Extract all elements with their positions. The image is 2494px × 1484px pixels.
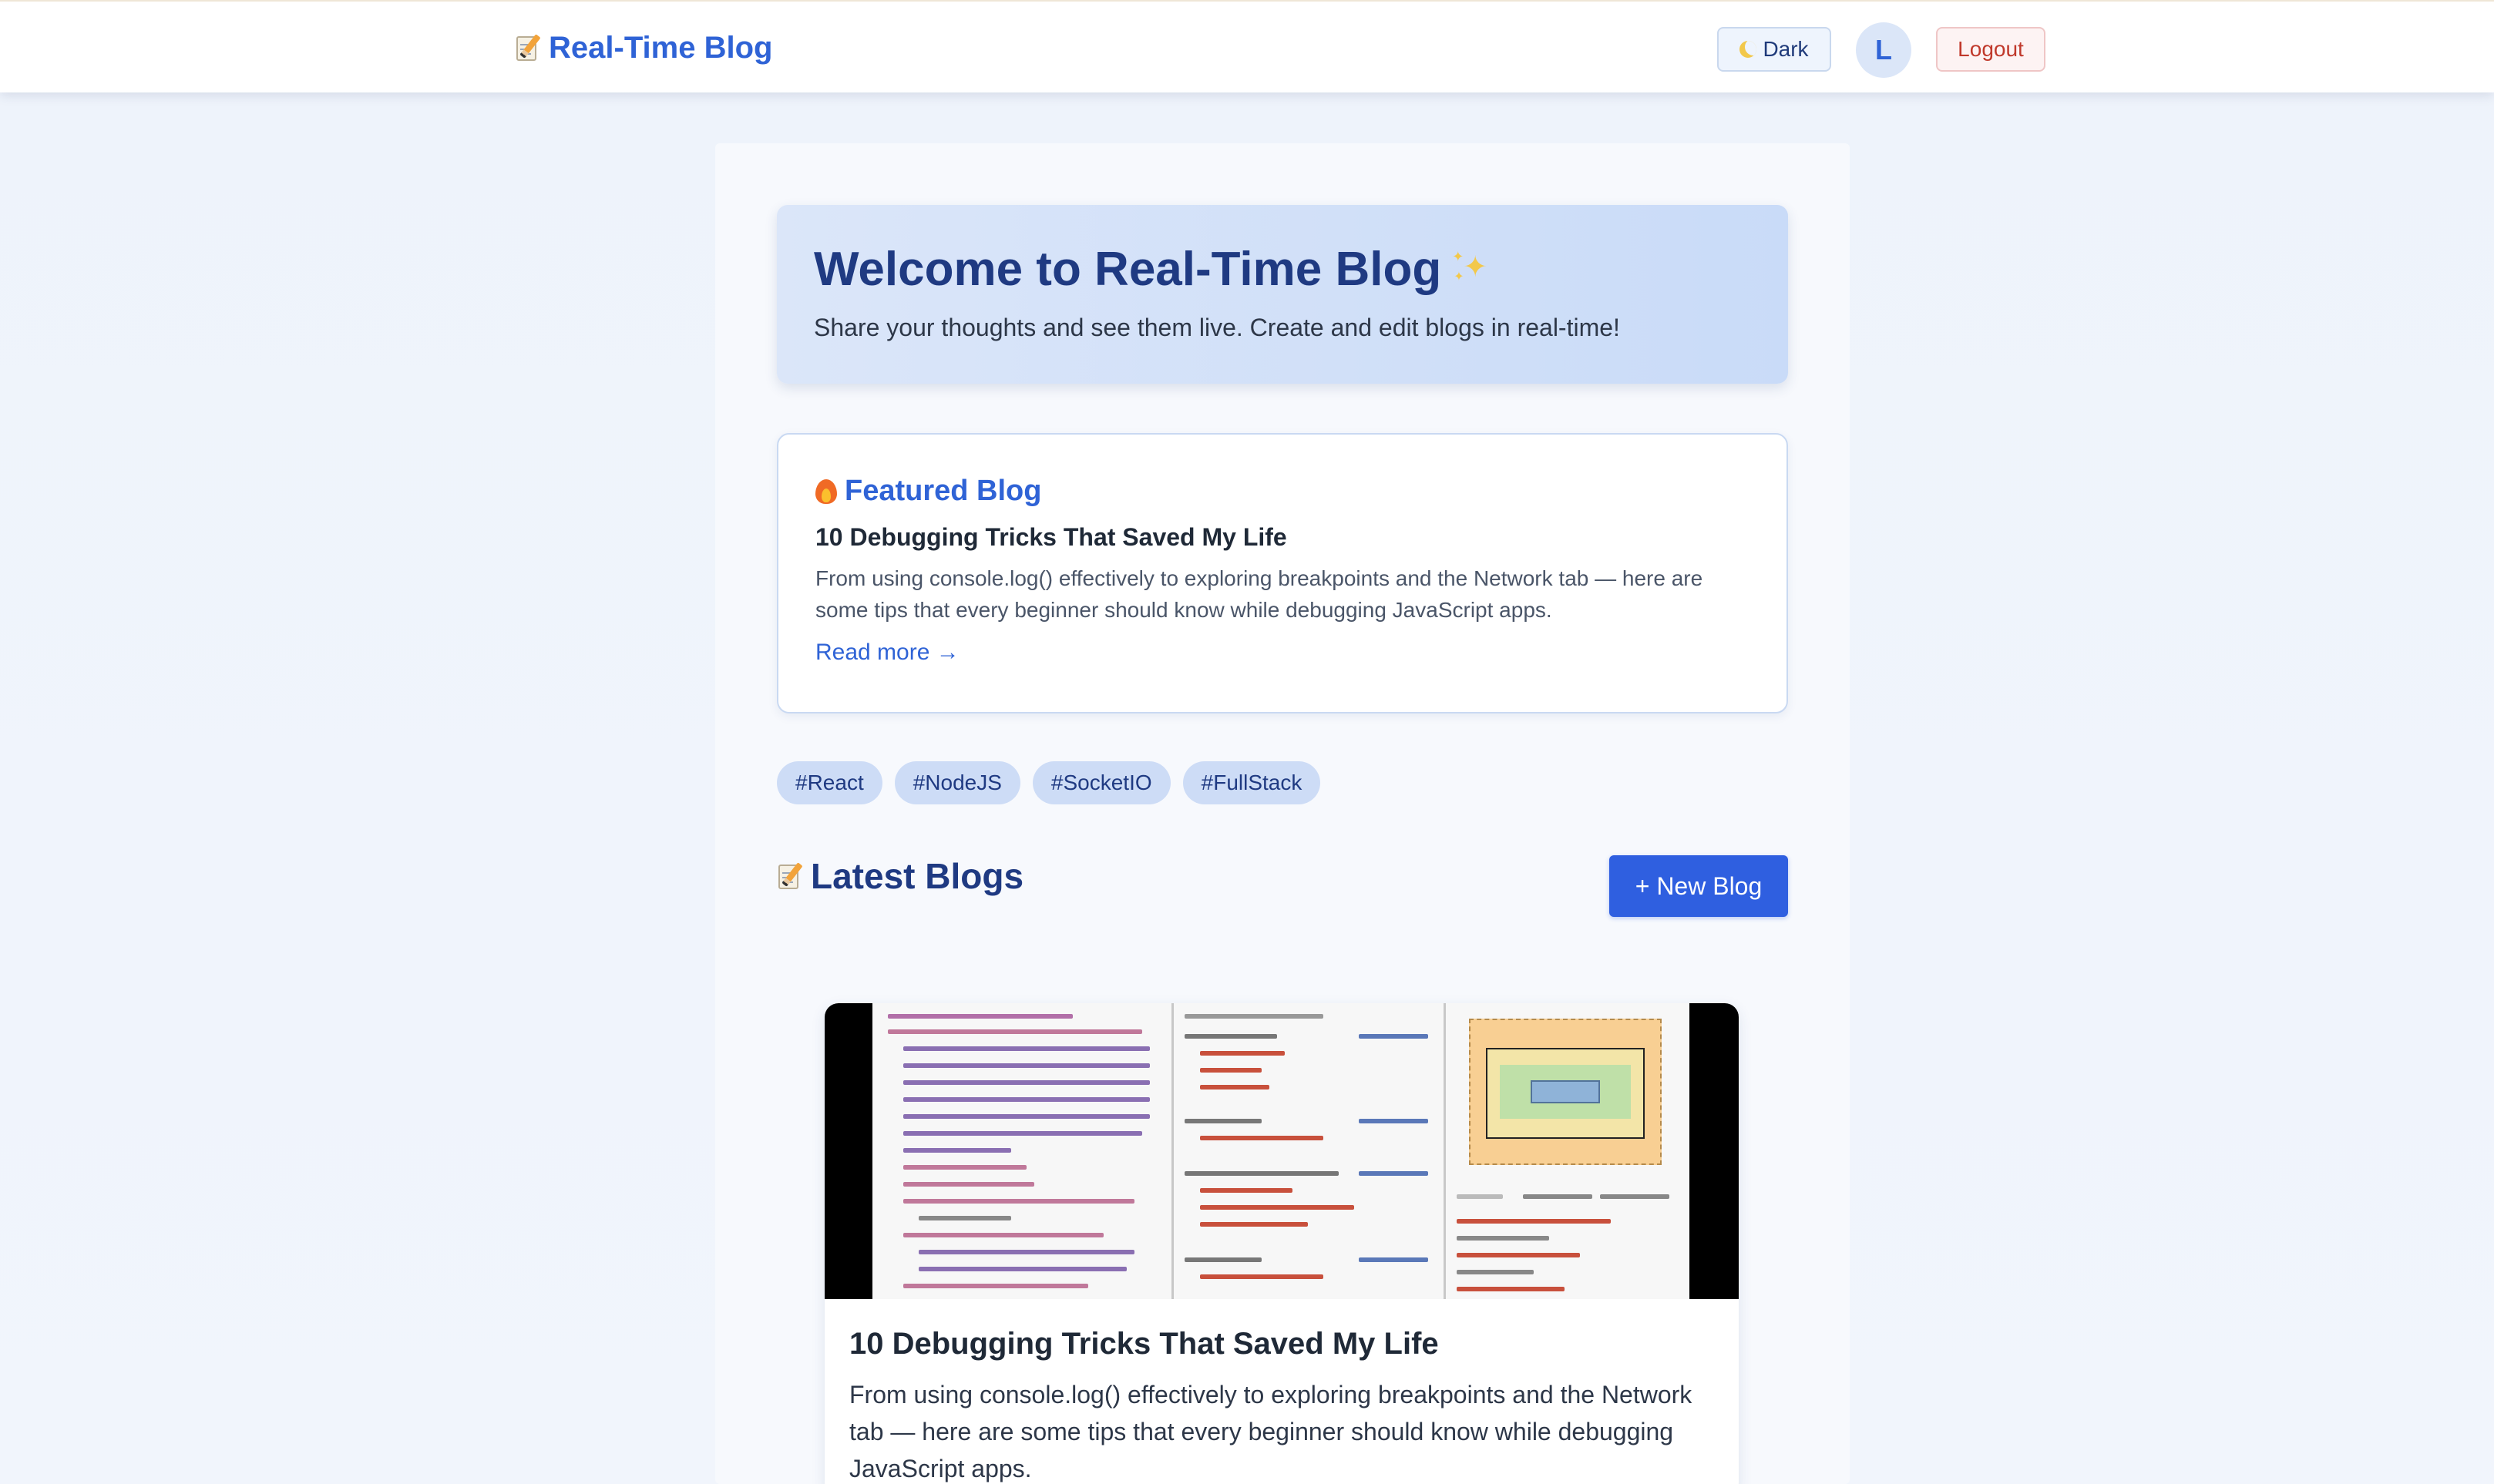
logout-button[interactable]: Logout [1936,27,2045,72]
latest-blogs-label: Latest Blogs [811,856,1024,896]
tag-fullstack[interactable]: #FullStack [1182,761,1321,804]
tag-nodejs[interactable]: #NodeJS [894,761,1020,804]
blog-card[interactable]: 10 Debugging Tricks That Saved My Life F… [825,1003,1739,1484]
featured-heading-label: Featured Blog [845,475,1042,507]
fire-icon [815,478,837,505]
devtools-elements-pane [872,1003,1174,1299]
blog-cover-image [825,1003,1739,1299]
box-model-diagram [1469,1019,1662,1165]
welcome-banner: Welcome to Real-Time Blog ✦ ✦ ✦ Share yo… [777,205,1788,384]
devtools-box-model-pane [1446,1003,1689,1299]
featured-blog-excerpt: From using console.log() effectively to … [815,566,1703,622]
read-more-link[interactable]: Read more → [815,640,960,666]
dark-mode-toggle-button[interactable]: Dark [1717,27,1831,72]
brand-logo[interactable]: Real-Time Blog [515,25,772,71]
blog-card-title[interactable]: 10 Debugging Tricks That Saved My Life [849,1327,1439,1361]
tag-socketio[interactable]: #SocketIO [1032,761,1171,804]
featured-blog-card: Featured Blog 10 Debugging Tricks That S… [777,433,1788,713]
sparkles-icon: ✦ ✦ ✦ [1452,248,1488,284]
tag-react[interactable]: #React [777,761,882,804]
moon-icon [1739,41,1757,58]
memo-icon [777,861,803,891]
brand-title: Real-Time Blog [549,30,773,65]
latest-blogs-heading: Latest Blogs [777,855,1023,897]
welcome-heading: Welcome to Real-Time Blog ✦ ✦ ✦ [814,242,1751,297]
featured-heading: Featured Blog [815,475,1749,508]
devtools-screenshot [872,1003,1689,1299]
featured-blog-title: 10 Debugging Tricks That Saved My Life [815,523,1287,551]
blog-card-excerpt: From using console.log() effectively to … [849,1381,1692,1482]
new-blog-button[interactable]: + New Blog [1609,855,1788,917]
welcome-subtitle: Share your thoughts and see them live. C… [814,314,1620,341]
welcome-title: Welcome to Real-Time Blog [814,243,1442,296]
devtools-styles-pane [1174,1003,1446,1299]
user-avatar[interactable]: L [1856,22,1911,78]
dark-mode-label: Dark [1763,37,1809,61]
memo-icon [515,33,541,62]
main-content: Welcome to Real-Time Blog ✦ ✦ ✦ Share yo… [715,143,1850,1484]
tag-list: #React #NodeJS #SocketIO #FullStack [777,761,1321,804]
top-navbar: Real-Time Blog Dark L Logout [0,0,2494,92]
